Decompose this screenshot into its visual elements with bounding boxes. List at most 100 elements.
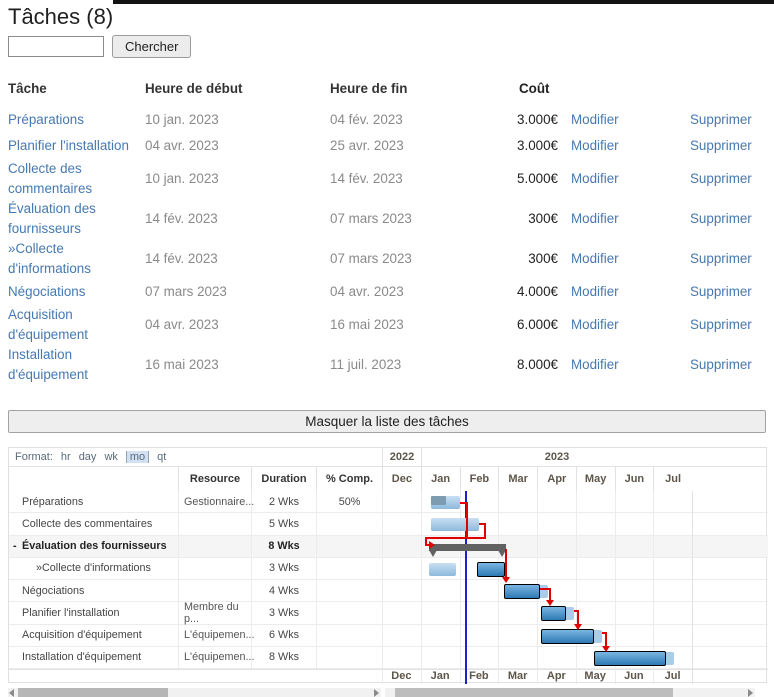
task-edit-link[interactable]: Modifier [571,110,690,130]
col-header-end: Heure de fin [330,81,408,96]
month-gridline [692,491,693,684]
gantt-task-bar[interactable] [541,628,594,644]
task-cost: 300€ [528,251,558,266]
search-button[interactable]: Chercher [112,35,192,58]
task-name-cell: Évaluation des fournisseurs [8,199,145,239]
task-start-date: 07 mars 2023 [145,284,227,299]
chart-hscrollbar-thumb[interactable] [395,688,673,697]
task-row: Installation d'équipement 16 mai 2023 11 j… [8,345,766,385]
task-cost: 8.000€ [517,357,558,372]
task-link[interactable]: Planifier l'installation [8,138,129,153]
task-link[interactable]: »Collecte d'informations [8,241,91,276]
task-cost: 5.000€ [517,171,558,186]
gantt-duration: 3 Wks [251,557,316,579]
task-name-cell: Planifier l'installation [8,136,145,156]
gantt-resource: Membre du p... [178,601,251,625]
page: Tâches (8) Chercher Tâche Heure de début… [0,0,774,697]
duration-col-header: Duration [251,467,316,491]
task-edit-link[interactable]: Modifier [571,315,690,335]
gantt-task-bar[interactable] [594,650,666,666]
task-name-cell: Installation d'équipement [8,345,145,385]
gantt-duration: 8 Wks [251,646,316,668]
dependency-arrow [546,600,554,606]
month-gridline [382,491,383,684]
task-link[interactable]: Négociations [8,284,85,299]
gantt-duration: 8 Wks [251,535,316,557]
task-link[interactable]: Préparations [8,112,84,127]
year-header: 2022 [382,448,421,467]
task-cost: 3.000€ [517,112,558,127]
task-start-date: 04 avr. 2023 [145,138,219,153]
task-row: Négociations 07 mars 2023 04 avr. 2023 4.00… [8,279,766,305]
dependency-line [466,502,468,539]
task-delete-link[interactable]: Supprimer [690,110,752,130]
task-end-date: 11 juil. 2023 [330,357,402,372]
month-header: Feb [459,467,499,491]
task-delete-link[interactable]: Supprimer [690,169,752,189]
gantt-resource [178,580,251,602]
format-label: Format: [15,451,53,463]
footer-month-label: May [584,670,606,682]
task-edit-link[interactable]: Modifier [571,209,690,229]
year-header: 2023 [421,448,692,467]
grid-hscrollbar-thumb[interactable] [18,688,168,697]
task-delete-link[interactable]: Supprimer [690,282,752,302]
gantt-task-name: Planifier l'installation [22,606,120,619]
gantt-pct-complete [316,580,382,602]
task-link[interactable]: Évaluation des fournisseurs [8,201,96,236]
task-col-header [9,467,178,491]
col-header-cost: Coût [519,81,550,96]
format-option-wk[interactable]: wk [104,451,117,463]
grid-hscrollbar-left-arrow[interactable] [9,688,14,697]
gantt-pct-complete [316,646,382,668]
gantt-summary-bar[interactable] [429,543,506,551]
task-cost: 3.000€ [517,138,558,153]
task-link[interactable]: Installation d'équipement [8,347,88,382]
hide-task-list-button[interactable]: Masquer la liste des tâches [8,410,766,433]
month-header: Apr [537,467,576,491]
task-delete-link[interactable]: Supprimer [690,209,752,229]
task-link[interactable]: Acquisition d'équipement [8,307,88,342]
task-row: Planifier l'installation 04 avr. 2023 25 a… [8,133,766,159]
grid-hscrollbar-right-arrow[interactable] [374,688,379,697]
task-row: »Collecte d'informations 14 fév. 2023 07 m… [8,239,766,279]
dependency-arrow [502,577,510,583]
gantt-task-bar[interactable] [477,561,505,577]
task-edit-link[interactable]: Modifier [571,136,690,156]
gantt-task-name: »Collecte d'informations [36,562,151,575]
task-delete-link[interactable]: Supprimer [690,136,752,156]
format-option-mo[interactable]: mo [125,451,150,463]
format-option-hr[interactable]: hr [61,451,71,463]
gantt-task-bar[interactable] [541,606,566,622]
search-input[interactable] [8,36,104,57]
dependency-arrow [574,624,582,630]
task-edit-link[interactable]: Modifier [571,282,690,302]
gantt-task-bar[interactable] [504,584,540,599]
task-table: Tâche Heure de début Heure de fin Coût P… [8,79,766,385]
task-delete-link[interactable]: Supprimer [690,315,752,335]
gantt-task-bar[interactable] [431,518,479,532]
task-delete-link[interactable]: Supprimer [690,249,752,269]
gantt-duration: 5 Wks [251,513,316,535]
task-delete-link[interactable]: Supprimer [690,355,752,375]
task-link[interactable]: Collecte des commentaires [8,161,92,196]
format-options: hr day wk mo qt [53,451,166,463]
summary-end-triangle [429,549,437,557]
gantt-resource [178,557,251,579]
chart-hscrollbar-right-arrow[interactable] [748,688,753,697]
gantt-resource [178,513,251,535]
format-option-qt[interactable]: qt [157,451,166,463]
gantt-task-bar[interactable] [429,562,456,576]
task-end-date: 07 mars 2023 [330,211,412,226]
format-option-day[interactable]: day [79,451,97,463]
collapse-toggle[interactable]: - [13,540,17,552]
task-start-date: 10 jan. 2023 [145,171,219,186]
task-row: Évaluation des fournisseurs 14 fév. 2023 0… [8,199,766,239]
task-edit-link[interactable]: Modifier [571,249,690,269]
task-edit-link[interactable]: Modifier [571,355,690,375]
task-row: Acquisition d'équipement 04 avr. 2023 16 m… [8,305,766,345]
task-name-cell: »Collecte d'informations [8,239,145,279]
month-gridline [420,491,422,684]
task-edit-link[interactable]: Modifier [571,169,690,189]
gantt-pct-complete [316,535,382,557]
